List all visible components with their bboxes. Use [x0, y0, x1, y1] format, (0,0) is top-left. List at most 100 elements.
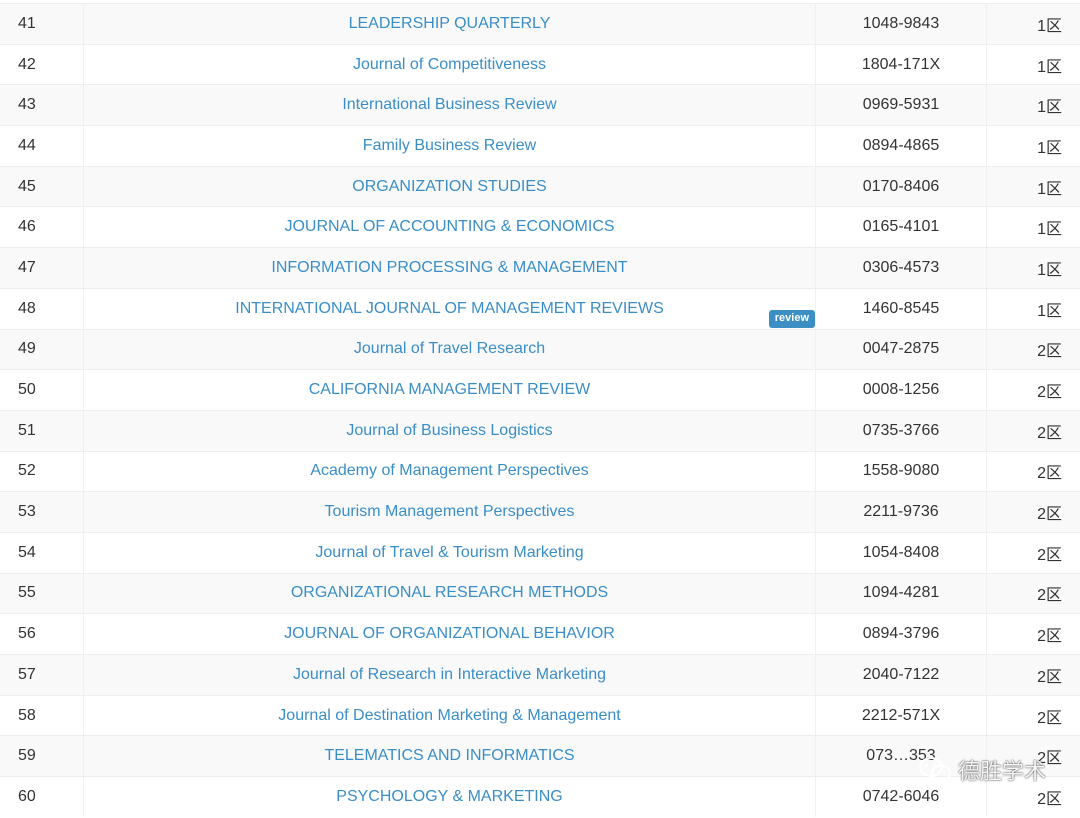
row-number: 57	[0, 655, 84, 695]
table-row: 54 Journal of Travel & Tourism Marketing 1…	[0, 531, 1080, 573]
journal-title-text[interactable]: INFORMATION PROCESSING & MANAGEMENT	[271, 259, 627, 277]
journal-title-link[interactable]: Journal of Competitiveness	[84, 44, 816, 85]
table-row: 42 Journal of Competitiveness 1804-171X 1区	[0, 43, 1080, 85]
journal-title-link[interactable]: Journal of Business Logistics	[84, 410, 816, 451]
zone-cell: 1区	[1037, 99, 1062, 117]
journal-title-link[interactable]: INFORMATION PROCESSING & MANAGEMENT	[84, 248, 816, 288]
journal-title-link[interactable]: CALIFORNIA MANAGEMENT REVIEW	[84, 370, 816, 410]
issn-cell: 073…353	[816, 736, 987, 777]
zone-cell: 2区	[1037, 424, 1062, 442]
journal-title-link[interactable]: International Business Review	[84, 85, 816, 126]
journal-title-text[interactable]: ORGANIZATIONAL RESEARCH METHODS	[291, 584, 608, 602]
journal-title-link[interactable]: ORGANIZATIONAL RESEARCH METHODS	[84, 573, 816, 614]
issn-cell: 2211-9736	[816, 492, 987, 532]
table-row: 53 Tourism Management Perspectives 2211-97…	[0, 491, 1080, 532]
journal-title-text[interactable]: Journal of Travel & Tourism Marketing	[315, 544, 583, 562]
journal-title-text[interactable]: ORGANIZATION STUDIES	[352, 178, 546, 196]
zone-cell: 2区	[1037, 709, 1062, 727]
zone-cell: 2区	[1037, 750, 1062, 768]
zone-cell: 2区	[1037, 668, 1062, 686]
issn-cell: 1804-171X	[816, 44, 987, 85]
issn-cell: 0735-3766	[816, 410, 987, 451]
journal-title-text[interactable]: CALIFORNIA MANAGEMENT REVIEW	[309, 381, 591, 399]
journal-title-link[interactable]: JOURNAL OF ORGANIZATIONAL BEHAVIOR	[84, 614, 816, 654]
issn-cell: 0894-3796	[816, 614, 987, 654]
zone-cell: 2区	[1037, 587, 1062, 605]
issn-cell: 1558-9080	[816, 451, 987, 492]
journal-title-text[interactable]: Journal of Business Logistics	[346, 422, 552, 440]
row-number: 54	[0, 532, 84, 573]
issn-cell: 1048-9843	[816, 4, 987, 44]
table-row: 60 PSYCHOLOGY & MARKETING 0742-6046 2区	[0, 776, 1080, 817]
row-number: 55	[0, 573, 84, 614]
table-row: 56 JOURNAL OF ORGANIZATIONAL BEHAVIOR 0894…	[0, 613, 1080, 654]
review-badge: review	[768, 309, 815, 328]
zone-cell: 2区	[1037, 546, 1062, 564]
row-number: 60	[0, 777, 84, 817]
zone-cell: 1区	[1037, 17, 1062, 35]
table-row: 51 Journal of Business Logistics 0735-3766…	[0, 409, 1080, 451]
table-row: 49 Journal of Travel Research 0047-2875 2区	[0, 328, 1080, 370]
table-row: 48 INTERNATIONAL JOURNAL OF MANAGEMENT RE…	[0, 287, 1080, 329]
journal-title-text[interactable]: TELEMATICS AND INFORMATICS	[324, 747, 574, 765]
journal-title-text[interactable]: INTERNATIONAL JOURNAL OF MANAGEMENT REVI…	[235, 300, 664, 318]
zone-cell: 1区	[1037, 221, 1062, 239]
journal-title-link[interactable]: ORGANIZATION STUDIES	[84, 166, 816, 207]
journal-title-text[interactable]: Journal of Travel Research	[354, 340, 545, 358]
journal-title-link[interactable]: JOURNAL OF ACCOUNTING & ECONOMICS	[84, 207, 816, 248]
issn-cell: 1094-4281	[816, 573, 987, 614]
row-number: 59	[0, 736, 84, 777]
row-number: 44	[0, 126, 84, 166]
journal-title-text[interactable]: Academy of Management Perspectives	[310, 462, 588, 480]
row-number: 47	[0, 248, 84, 288]
issn-cell: 0742-6046	[816, 777, 987, 817]
journal-title-link[interactable]: Academy of Management Perspectives	[84, 451, 816, 492]
table-row: 47 INFORMATION PROCESSING & MANAGEMENT 030…	[0, 247, 1080, 288]
zone-cell: 2区	[1037, 384, 1062, 402]
journal-title-link[interactable]: Journal of Research in Interactive Marke…	[84, 655, 816, 695]
zone-cell: 2区	[1037, 506, 1062, 524]
journal-title-text[interactable]: Journal of Research in Interactive Marke…	[293, 666, 606, 684]
issn-cell: 0969-5931	[816, 85, 987, 126]
table-row: 52 Academy of Management Perspectives 1558…	[0, 450, 1080, 492]
row-number: 53	[0, 492, 84, 532]
journal-title-text[interactable]: PSYCHOLOGY & MARKETING	[336, 788, 562, 806]
zone-cell: 2区	[1037, 790, 1062, 808]
zone-cell: 1区	[1037, 302, 1062, 320]
journal-title-text[interactable]: International Business Review	[342, 96, 556, 114]
row-number: 46	[0, 207, 84, 248]
row-number: 51	[0, 410, 84, 451]
issn-cell: 2212-571X	[816, 695, 987, 736]
journal-title-text[interactable]: Journal of Destination Marketing & Manag…	[278, 707, 620, 725]
zone-cell: 2区	[1037, 465, 1062, 483]
row-number: 56	[0, 614, 84, 654]
journal-title-text[interactable]: JOURNAL OF ORGANIZATIONAL BEHAVIOR	[284, 625, 615, 643]
row-number: 58	[0, 695, 84, 736]
journal-title-link[interactable]: PSYCHOLOGY & MARKETING	[84, 777, 816, 817]
table-row: 44 Family Business Review 0894-4865 1区	[0, 125, 1080, 166]
table-row: 59 TELEMATICS AND INFORMATICS 073…353 2区	[0, 735, 1080, 777]
zone-cell: 2区	[1037, 343, 1062, 361]
journal-title-text[interactable]: Family Business Review	[363, 137, 536, 155]
journal-title-text[interactable]: JOURNAL OF ACCOUNTING & ECONOMICS	[284, 218, 614, 236]
journal-title-link[interactable]: Journal of Travel Research	[84, 329, 816, 370]
journal-title-link[interactable]: Journal of Destination Marketing & Manag…	[84, 695, 816, 736]
journal-title-link[interactable]: Family Business Review	[84, 126, 816, 166]
row-number: 48	[0, 288, 84, 329]
table-row: 43 International Business Review 0969-5931…	[0, 84, 1080, 126]
journal-title-text[interactable]: Tourism Management Perspectives	[325, 503, 575, 521]
table-row: 41 LEADERSHIP QUARTERLY 1048-9843 1区	[0, 3, 1080, 44]
row-number: 52	[0, 451, 84, 492]
journal-title-link[interactable]: Journal of Travel & Tourism Marketing	[84, 532, 816, 573]
journal-title-link[interactable]: TELEMATICS AND INFORMATICS	[84, 736, 816, 777]
journal-title-link[interactable]: INTERNATIONAL JOURNAL OF MANAGEMENT REVI…	[84, 288, 816, 329]
issn-cell: 0008-1256	[816, 370, 987, 410]
zone-cell: 1区	[1037, 58, 1062, 76]
table-row: 58 Journal of Destination Marketing & Man…	[0, 694, 1080, 736]
journal-title-link[interactable]: Tourism Management Perspectives	[84, 492, 816, 532]
journal-title-link[interactable]: LEADERSHIP QUARTERLY	[84, 4, 816, 44]
issn-cell: 1054-8408	[816, 532, 987, 573]
journal-title-text[interactable]: Journal of Competitiveness	[353, 56, 546, 74]
journal-title-text[interactable]: LEADERSHIP QUARTERLY	[349, 15, 551, 33]
row-number: 42	[0, 44, 84, 85]
